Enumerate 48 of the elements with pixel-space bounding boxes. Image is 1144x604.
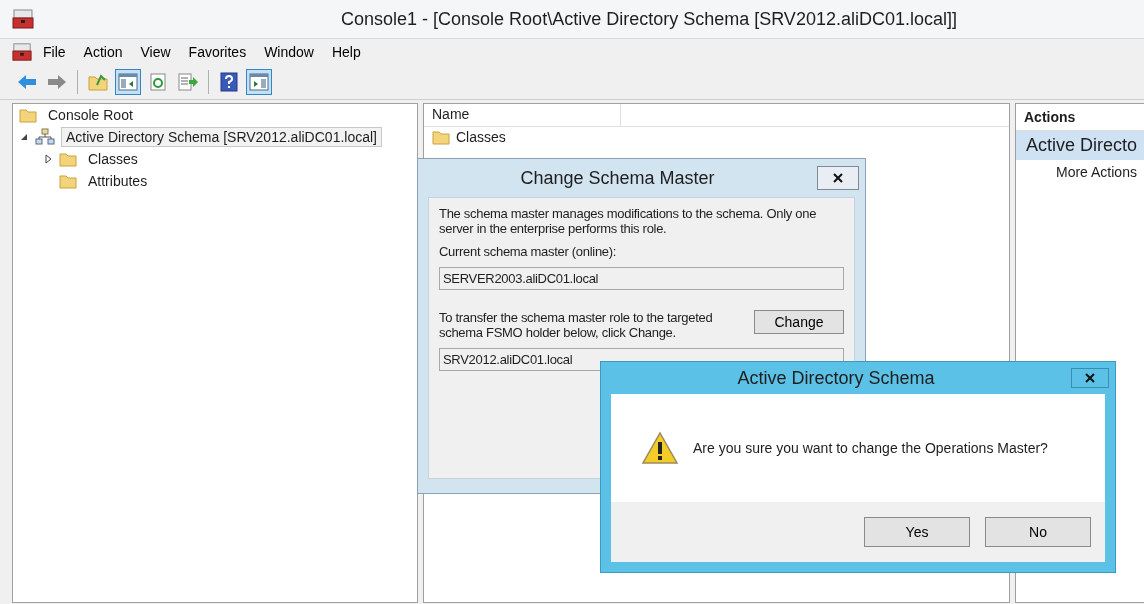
close-button[interactable]: [1071, 368, 1109, 388]
instruction-text: To transfer the schema master role to the targeted schema FSMO holder below, click Change.: [439, 310, 714, 340]
confirm-message: Are you sure you want to change the Operations Master?: [693, 440, 1048, 456]
menu-item[interactable]: Favorites: [181, 42, 254, 62]
forward-arrow-icon: [47, 74, 67, 90]
dialog-button[interactable]: No: [985, 517, 1091, 547]
export-list-icon: [178, 73, 198, 91]
close-icon: [833, 173, 843, 183]
toolbar-button[interactable]: [246, 69, 272, 95]
menu-item[interactable]: File: [36, 42, 73, 62]
refresh-icon: [149, 73, 167, 91]
expander-icon[interactable]: [43, 154, 53, 164]
console-tree-icon: [118, 73, 138, 91]
folder-icon: [59, 173, 77, 189]
dialog-button[interactable]: Yes: [864, 517, 970, 547]
folder-icon: [59, 151, 77, 167]
tree-item[interactable]: Attributes: [83, 171, 153, 191]
tree-item[interactable]: Classes: [83, 149, 143, 169]
field-label: Current schema master (online):: [439, 244, 618, 259]
change-button[interactable]: Change: [754, 310, 844, 334]
back-arrow-icon: [17, 74, 37, 90]
expander-icon[interactable]: [19, 132, 29, 142]
column-header[interactable]: Name: [424, 104, 621, 126]
description-text: The schema master manages modifications to the schema. Only one server in the enterprise performs this role.: [439, 206, 818, 236]
folder-up-icon: [88, 73, 108, 91]
menu-item[interactable]: Action: [76, 42, 130, 62]
toolbox-menu-icon[interactable]: [12, 42, 32, 62]
actions-section-header[interactable]: Active Directo: [1016, 131, 1144, 160]
toolbox-app-icon: [12, 8, 34, 30]
tree-item[interactable]: Console Root: [43, 105, 138, 125]
window-title: Console1 - [Console Root\Active Directory Schema [SRV2012.aliDC01.local]]: [340, 8, 958, 30]
close-button[interactable]: [817, 166, 859, 190]
folder-icon: [19, 107, 37, 123]
menu-item[interactable]: Help: [324, 42, 368, 62]
toolbar-button[interactable]: [115, 69, 141, 95]
menu-item[interactable]: Window: [257, 42, 321, 62]
action-link[interactable]: More Actions: [1016, 160, 1144, 180]
help-icon: [220, 72, 238, 92]
warning-icon: [641, 431, 679, 465]
dialog-title: Change Schema Master: [519, 167, 716, 189]
current-master-field: SERVER2003.aliDC01.local: [439, 267, 844, 290]
folder-icon: [432, 129, 450, 145]
list-item[interactable]: Classes: [456, 129, 506, 145]
tree-item[interactable]: Active Directory Schema [SRV2012.aliDC01.local]: [61, 127, 382, 147]
action-pane-icon: [249, 73, 269, 91]
close-icon: [1085, 373, 1095, 383]
schema-snapin-icon: [35, 128, 55, 146]
menu-item[interactable]: View: [133, 42, 178, 62]
